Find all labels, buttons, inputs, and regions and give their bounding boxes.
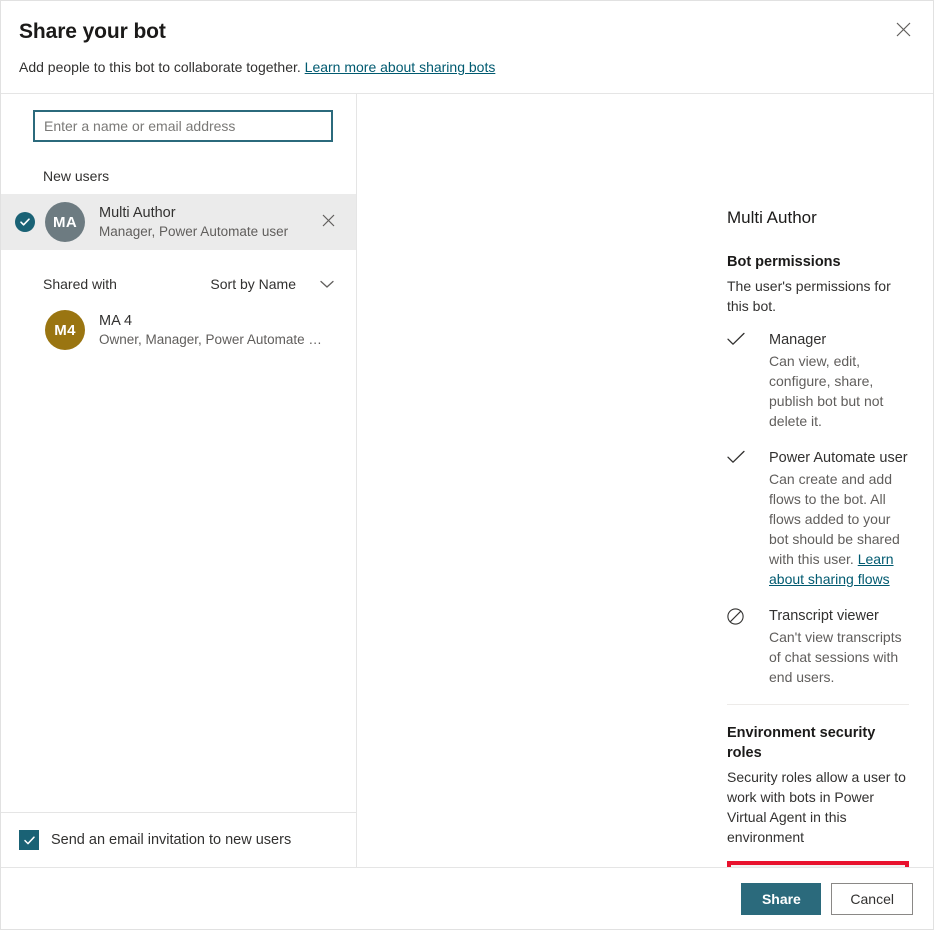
close-icon (322, 214, 335, 230)
user-name: Multi Author (99, 204, 176, 221)
people-panel: New users MA Multi Author Manager, Power… (1, 94, 357, 867)
permission-item-power-automate-user[interactable]: Power Automate user Can create and add f… (727, 448, 909, 589)
close-icon (896, 22, 911, 40)
chevron-down-icon (320, 280, 334, 289)
permission-description: Can view, edit, configure, share, publis… (769, 353, 884, 429)
sort-dropdown[interactable]: Sort by Name (210, 276, 334, 292)
permission-body: Power Automate user Can create and add f… (769, 448, 909, 589)
permission-body: Manager Can view, edit, configure, share… (769, 330, 909, 431)
email-invite-checkbox[interactable] (19, 830, 39, 850)
permission-name: Transcript viewer (769, 608, 879, 624)
user-roles: Manager, Power Automate user (99, 223, 289, 239)
check-icon (727, 448, 769, 589)
environment-roles-description: Security roles allow a user to work with… (727, 769, 906, 845)
shared-user-info: MA 4 Owner, Manager, Power Automate us..… (99, 312, 342, 349)
shared-with-header: Shared with Sort by Name (1, 272, 356, 296)
permission-description: Can create and add flows to the bot. All… (769, 469, 909, 589)
permission-name: Manager (769, 332, 827, 348)
environment-roles-title: Environment security roles (727, 725, 876, 761)
permission-name: Power Automate user (769, 450, 908, 466)
permission-description: Can't view transcripts of chat sessions … (769, 629, 902, 685)
permission-body: Transcript viewer Can't view transcripts… (769, 606, 909, 687)
permissions-panel: Multi Author Bot permissions The user's … (357, 94, 933, 867)
user-roles: Owner, Manager, Power Automate us... (99, 331, 329, 347)
section-divider (727, 704, 909, 705)
new-user-row[interactable]: MA Multi Author Manager, Power Automate … (1, 194, 356, 250)
user-name: MA 4 (99, 312, 133, 329)
remove-user-button[interactable] (314, 208, 342, 236)
dialog-body: New users MA Multi Author Manager, Power… (1, 94, 933, 867)
new-users-label: New users (43, 168, 110, 184)
check-icon (727, 330, 769, 431)
dialog-subtitle: Add people to this bot to collaborate to… (19, 57, 909, 77)
cancel-button[interactable]: Cancel (831, 882, 913, 915)
dialog-footer: Share Cancel (1, 867, 933, 929)
dialog-header: Share your bot Add people to this bot to… (1, 1, 933, 94)
permission-item-transcript-viewer[interactable]: Transcript viewer Can't view transcripts… (727, 606, 909, 687)
close-button[interactable] (887, 15, 919, 47)
new-user-info: Multi Author Manager, Power Automate use… (99, 204, 314, 241)
dialog-subtitle-text: Add people to this bot to collaborate to… (19, 59, 301, 75)
share-button[interactable]: Share (741, 882, 822, 915)
blocked-icon (727, 606, 769, 687)
bot-permissions-description: The user's permissions for this bot. (727, 278, 891, 314)
permissions-content: Multi Author Bot permissions The user's … (727, 206, 909, 867)
permission-item-manager[interactable]: Manager Can view, edit, configure, share… (727, 330, 909, 431)
email-invite-label: Send an email invitation to new users (51, 832, 292, 848)
selected-check-icon (15, 212, 35, 232)
avatar: MA (45, 202, 85, 242)
people-list-scroll: New users MA Multi Author Manager, Power… (1, 94, 356, 812)
highlight-annotation-box: This user needs environment security rol… (727, 861, 909, 867)
learn-more-sharing-bots-link[interactable]: Learn more about sharing bots (305, 59, 496, 75)
sort-label: Sort by Name (210, 276, 296, 292)
info-message-bar: This user needs environment security rol… (731, 865, 905, 867)
bot-permissions-title: Bot permissions (727, 254, 841, 270)
email-invite-row[interactable]: Send an email invitation to new users (1, 812, 356, 867)
shared-with-label: Shared with (43, 276, 117, 292)
search-input[interactable] (33, 110, 333, 142)
avatar: M4 (45, 310, 85, 350)
share-bot-dialog: Share your bot Add people to this bot to… (0, 0, 934, 930)
shared-user-row[interactable]: M4 MA 4 Owner, Manager, Power Automate u… (1, 302, 356, 358)
page-title: Share your bot (19, 20, 166, 43)
search-container (1, 110, 356, 142)
selected-user-title: Multi Author (727, 208, 817, 227)
